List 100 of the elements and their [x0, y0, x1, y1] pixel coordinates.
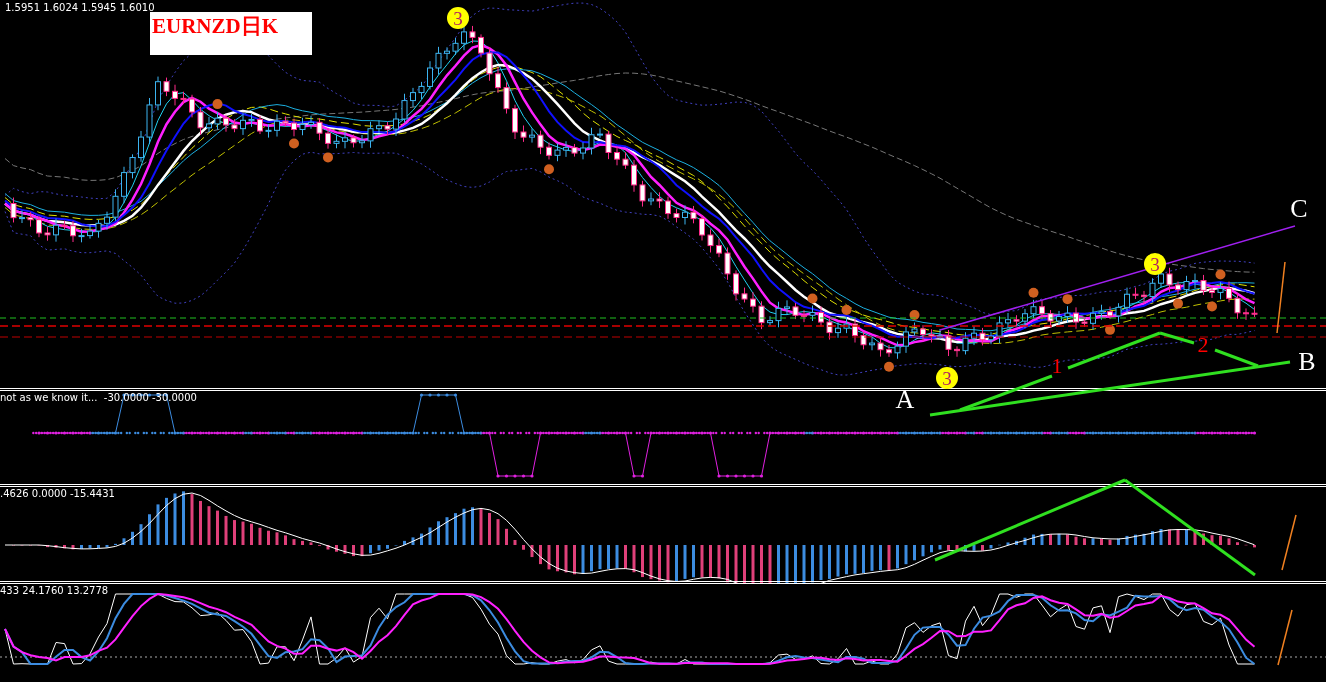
candlestick: [350, 134, 357, 148]
signal-dot: [212, 99, 223, 110]
candlestick: [894, 341, 901, 360]
signal-dot: [807, 293, 818, 304]
candlestick: [682, 204, 688, 225]
candlestick: [138, 130, 144, 163]
signal-dot: [909, 310, 920, 320]
candlestick: [767, 315, 773, 327]
candlestick: [359, 134, 365, 149]
signal-dot: [1207, 301, 1217, 312]
candlestick: [775, 301, 782, 328]
wave-letter: B: [1298, 347, 1316, 376]
candlestick: [614, 145, 620, 166]
candlestick: [163, 77, 170, 97]
signal-dot: [1028, 287, 1039, 298]
candlestick: [945, 329, 952, 357]
candlestick: [1183, 275, 1190, 296]
indicator-label: .4626 0.0000 -15.4431: [0, 488, 115, 500]
candlestick: [146, 97, 153, 145]
candlestick: [367, 121, 374, 149]
candlestick: [452, 37, 459, 56]
candlestick: [1251, 306, 1258, 318]
candlestick: [1073, 306, 1079, 330]
candlestick: [61, 220, 68, 230]
candlestick: [189, 94, 195, 118]
candlestick: [495, 66, 501, 94]
candlestick: [1124, 287, 1130, 314]
candlestick: [673, 208, 680, 223]
candlestick: [393, 112, 399, 137]
candlestick: [988, 331, 994, 345]
candlestick: [1047, 309, 1054, 329]
price-quote: 1.5951 1.6024 1.5945 1.6010: [5, 2, 155, 14]
candlestick: [70, 220, 76, 243]
candlestick: [333, 133, 340, 149]
candlestick: [962, 331, 969, 355]
candlestick: [707, 228, 714, 253]
candlestick: [44, 225, 51, 242]
candlestick: [180, 91, 187, 105]
candlestick: [248, 113, 255, 128]
candlestick: [1022, 308, 1028, 329]
candlestick: [928, 328, 935, 343]
candlestick: [121, 166, 127, 204]
candlestick: [605, 130, 612, 160]
candlestick: [869, 336, 875, 351]
candlestick: [316, 117, 323, 141]
candlestick: [282, 115, 289, 128]
candlestick: [325, 127, 331, 150]
candlestick: [214, 111, 221, 131]
candlestick: [554, 142, 561, 162]
candlestick: [520, 125, 527, 143]
candlestick: [1064, 305, 1071, 323]
candlestick: [1132, 287, 1139, 300]
candlestick: [852, 318, 858, 343]
candlestick: [639, 180, 646, 208]
candlestick: [1039, 299, 1045, 320]
signal-dot: [1062, 294, 1073, 305]
candlestick: [478, 33, 484, 58]
trend-line: [1281, 514, 1297, 571]
candlestick: [920, 324, 926, 342]
candlestick: [444, 46, 450, 60]
candlestick: [818, 305, 824, 327]
candlestick: [410, 87, 416, 108]
candlestick: [954, 345, 960, 358]
candlestick: [801, 309, 807, 323]
signal-dot: [1105, 324, 1115, 335]
candlestick: [1141, 290, 1147, 304]
candlestick: [903, 324, 909, 354]
candlestick: [656, 191, 663, 209]
candlestick: [979, 327, 986, 346]
candlestick: [784, 299, 790, 316]
candlestick: [503, 81, 510, 115]
candlestick: [87, 224, 93, 240]
candlestick: [571, 143, 578, 158]
candlestick: [971, 325, 977, 346]
wave-letter: A: [895, 385, 915, 414]
candlestick: [699, 214, 705, 241]
candlestick: [1090, 306, 1096, 331]
candlestick: [469, 25, 476, 44]
candlestick: [512, 104, 518, 140]
candlestick: [758, 300, 765, 330]
candlestick: [1081, 318, 1088, 328]
chart-title: EURNZD日K: [150, 12, 312, 55]
candlestick: [835, 321, 841, 339]
candlestick: [486, 46, 493, 82]
candlestick: [1234, 292, 1241, 320]
wave-marker: 3: [1144, 253, 1166, 275]
candlestick: [741, 287, 748, 303]
candlestick: [155, 76, 161, 111]
wave-number: 1: [1051, 353, 1063, 378]
candlestick: [418, 81, 425, 100]
candlestick: [1217, 281, 1224, 300]
candlestick: [886, 344, 892, 358]
candlestick: [1107, 306, 1113, 320]
candlestick: [843, 316, 850, 334]
candlestick: [257, 115, 263, 135]
candlestick: [274, 113, 280, 138]
candlestick: [223, 114, 229, 133]
candlestick: [580, 142, 586, 160]
candlestick: [546, 141, 552, 160]
candlestick: [36, 215, 42, 238]
